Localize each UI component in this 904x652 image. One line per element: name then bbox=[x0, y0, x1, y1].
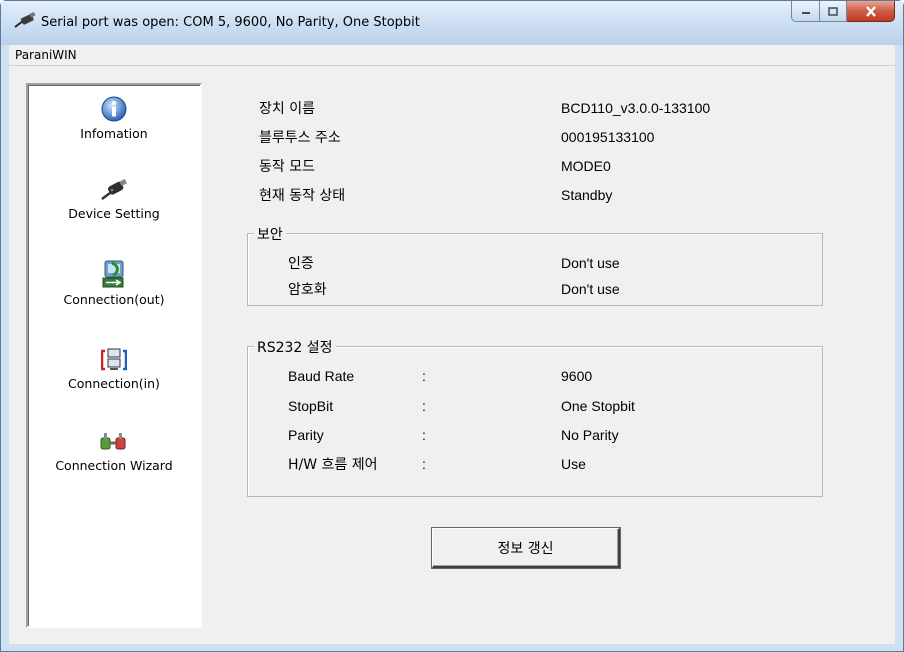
baud-rate-separator: : bbox=[422, 368, 426, 384]
close-button[interactable] bbox=[847, 1, 895, 22]
stopbit-separator: : bbox=[422, 398, 426, 414]
serial-cable-icon bbox=[14, 11, 36, 28]
bt-address-label: 블루투스 주소 bbox=[259, 130, 341, 146]
device-name-label: 장치 이름 bbox=[259, 101, 315, 117]
flow-control-label: H/W 흐름 제어 bbox=[288, 457, 378, 473]
connection-in-icon bbox=[101, 348, 127, 371]
authentication-label: 인증 bbox=[288, 256, 314, 272]
sidebar-item-connection-out[interactable]: Connection(out) bbox=[28, 259, 200, 307]
stopbit-value: One Stopbit bbox=[561, 398, 635, 414]
flow-control-value: Use bbox=[561, 456, 586, 472]
encryption-label: 암호화 bbox=[288, 282, 327, 298]
sidebar: Infomation Device Setting Connection(out… bbox=[26, 83, 202, 628]
device-name-value: BCD110_v3.0.0-133100 bbox=[561, 100, 711, 116]
authentication-value: Don't use bbox=[561, 255, 620, 271]
menu-bar: ParaniWIN bbox=[9, 45, 895, 66]
operation-mode-label: 동작 모드 bbox=[259, 159, 315, 175]
rs232-group-title: RS232 설정 bbox=[254, 337, 336, 357]
menu-item-paraniwin[interactable]: ParaniWIN bbox=[15, 48, 77, 62]
minimize-button[interactable] bbox=[791, 1, 820, 22]
close-icon bbox=[865, 5, 876, 17]
sidebar-item-information[interactable]: Infomation bbox=[28, 95, 200, 141]
app-window: Serial port was open: COM 5, 9600, No Pa… bbox=[0, 0, 904, 652]
sidebar-item-connection-in[interactable]: Connection(in) bbox=[28, 347, 200, 391]
security-group: 보안 bbox=[247, 224, 823, 306]
sidebar-item-connection-wizard[interactable]: Connection Wizard bbox=[28, 431, 200, 473]
maximize-icon bbox=[828, 6, 838, 16]
current-status-label: 현재 동작 상태 bbox=[259, 188, 346, 204]
connection-wizard-icon bbox=[100, 433, 126, 450]
parity-value: No Parity bbox=[561, 427, 619, 443]
baud-rate-label: Baud Rate bbox=[288, 368, 355, 384]
encryption-value: Don't use bbox=[561, 281, 620, 297]
baud-rate-value: 9600 bbox=[561, 368, 593, 384]
security-group-title: 보안 bbox=[254, 224, 286, 244]
connection-out-icon bbox=[102, 260, 124, 288]
device-dongle-icon bbox=[101, 178, 128, 200]
title-bar[interactable]: Serial port was open: COM 5, 9600, No Pa… bbox=[1, 1, 903, 45]
window-title: Serial port was open: COM 5, 9600, No Pa… bbox=[41, 15, 420, 30]
flow-control-separator: : bbox=[422, 456, 426, 472]
sidebar-item-device-setting[interactable]: Device Setting bbox=[28, 177, 200, 221]
info-icon bbox=[101, 96, 127, 122]
sidebar-item-label: Connection Wizard bbox=[55, 458, 173, 473]
maximize-button[interactable] bbox=[820, 1, 847, 22]
stopbit-label: StopBit bbox=[288, 398, 334, 414]
sidebar-item-label: Device Setting bbox=[68, 206, 160, 221]
bt-address-value: 000195133100 bbox=[561, 129, 655, 145]
refresh-info-button[interactable]: 정보 갱신 bbox=[432, 528, 620, 568]
minimize-icon bbox=[801, 12, 810, 14]
parity-label: Parity bbox=[288, 427, 324, 443]
parity-separator: : bbox=[422, 427, 426, 443]
current-status-value: Standby bbox=[561, 187, 613, 203]
sidebar-item-label: Connection(out) bbox=[63, 292, 165, 307]
window-controls bbox=[791, 1, 895, 23]
operation-mode-value: MODE0 bbox=[561, 158, 611, 174]
sidebar-item-label: Connection(in) bbox=[68, 376, 160, 391]
main-panel: Infomation Device Setting Connection(out… bbox=[9, 66, 895, 644]
sidebar-item-label: Infomation bbox=[80, 126, 148, 141]
